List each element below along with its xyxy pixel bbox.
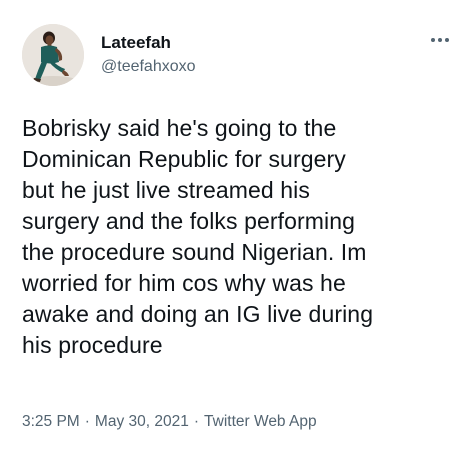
author-handle[interactable]: @teefahxoxo bbox=[101, 57, 196, 77]
avatar[interactable] bbox=[22, 24, 84, 86]
author-name[interactable]: Lateefah bbox=[101, 33, 171, 53]
meta-separator: · bbox=[84, 413, 90, 430]
more-dots-icon bbox=[431, 38, 449, 42]
tweet-meta: 3:25 PM · May 30, 2021 · Twitter Web App bbox=[22, 412, 317, 432]
tweet-text: Bobrisky said he's going to the Dominica… bbox=[22, 115, 374, 358]
tweet-time[interactable]: 3:25 PM bbox=[22, 413, 80, 430]
tweet-date[interactable]: May 30, 2021 bbox=[95, 413, 189, 430]
tweet-card: Lateefah @teefahxoxo Bobrisky said he's … bbox=[0, 0, 474, 456]
meta-separator-2: · bbox=[193, 413, 200, 430]
tweet-source[interactable]: Twitter Web App bbox=[204, 413, 317, 430]
avatar-image bbox=[22, 24, 84, 86]
more-options-button[interactable] bbox=[426, 30, 454, 50]
